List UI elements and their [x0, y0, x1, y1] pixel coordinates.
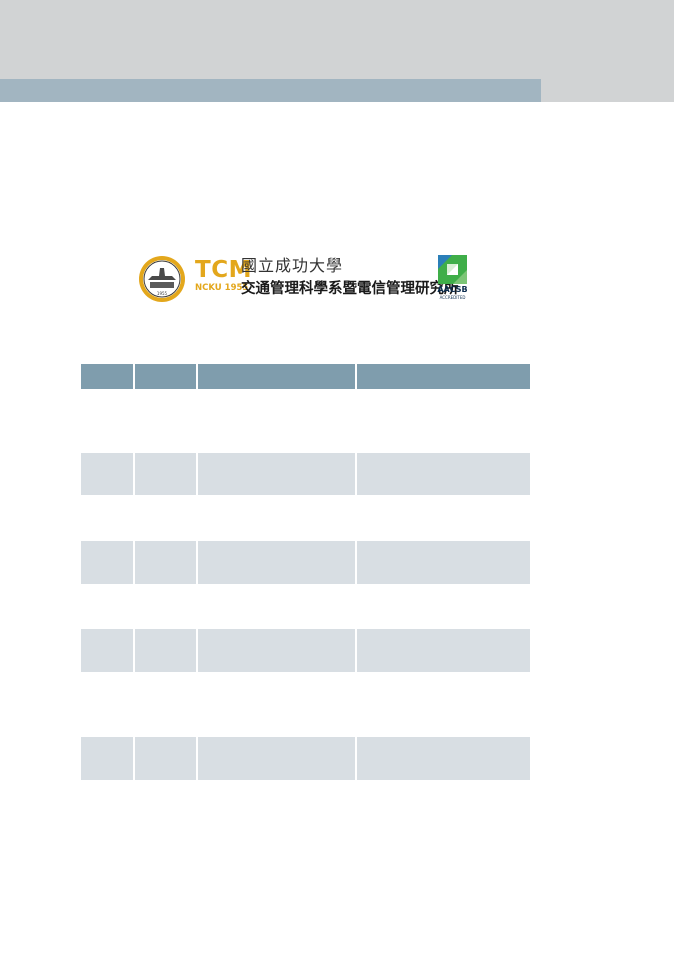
table-cell	[357, 584, 530, 628]
table-row	[81, 453, 530, 495]
table-header-cell	[81, 364, 133, 389]
table-cell	[135, 629, 196, 672]
table-cell	[357, 389, 530, 452]
table-row	[81, 584, 530, 628]
aacsb-accredited-label: ACCREDITED	[439, 295, 466, 300]
table-header-cell	[198, 364, 355, 389]
aacsb-accreditation: AACSB ACCREDITED	[435, 255, 470, 305]
header-stripe	[0, 79, 541, 102]
table-cell	[357, 541, 530, 584]
table-cell	[357, 629, 530, 672]
aacsb-mark-icon	[438, 255, 467, 284]
table-header-row	[81, 364, 530, 389]
table-row	[81, 495, 530, 540]
table-cell	[81, 629, 133, 672]
table-cell	[198, 629, 355, 672]
table-cell	[198, 541, 355, 584]
table-cell	[135, 389, 196, 452]
university-name: 國立成功大學	[241, 256, 344, 275]
table-cell	[81, 495, 133, 540]
table-cell	[198, 453, 355, 495]
table-cell	[198, 389, 355, 452]
table-cell	[198, 495, 355, 540]
table-cell	[135, 584, 196, 628]
table-cell	[198, 737, 355, 780]
table-cell	[81, 672, 133, 736]
logo-banner: 1955 TCM NCKU 1955 國立成功大學 交通管理科學系暨電信管理研究…	[138, 252, 470, 306]
table-cell	[135, 672, 196, 736]
table-cell	[357, 737, 530, 780]
table-cell	[198, 584, 355, 628]
table-cell	[135, 453, 196, 495]
table-cell	[81, 584, 133, 628]
table-cell	[81, 737, 133, 780]
table-cell	[135, 541, 196, 584]
table-row	[81, 672, 530, 736]
department-name: 交通管理科學系暨電信管理研究所	[241, 281, 459, 297]
table-header-cell	[135, 364, 196, 389]
table-cell	[81, 389, 133, 452]
table-header-cell	[357, 364, 530, 389]
table-cell	[357, 453, 530, 495]
table-cell	[357, 495, 530, 540]
table-row	[81, 389, 530, 452]
table-cell	[357, 672, 530, 736]
svg-text:1955: 1955	[157, 291, 168, 296]
table-cell	[135, 737, 196, 780]
table-cell	[198, 672, 355, 736]
table-row	[81, 737, 530, 780]
table-row	[81, 629, 530, 672]
table-row	[81, 541, 530, 584]
aacsb-label: AACSB	[437, 285, 468, 294]
ncku-seal-icon: 1955	[138, 255, 186, 303]
table-cell	[81, 541, 133, 584]
table-cell	[81, 453, 133, 495]
table-cell	[135, 495, 196, 540]
